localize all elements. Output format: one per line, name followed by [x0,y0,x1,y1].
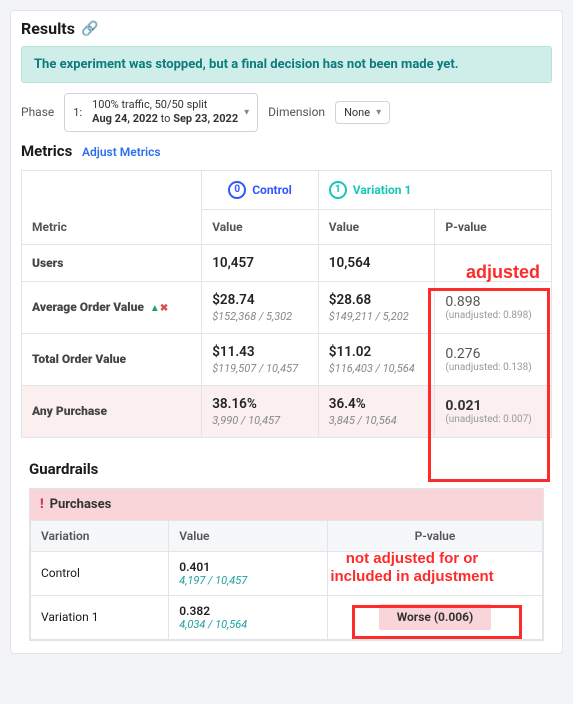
results-card: Results 🔗 The experiment was stopped, bu… [10,10,563,654]
dimension-value: None [344,106,370,119]
guard-pvalue-cell [327,551,542,595]
guard-pvalue-cell: Worse (0.006) [327,595,542,639]
col-control-value: Value [202,209,319,244]
table-row: Total Order Value $11.43 $119,507 / 10,457… [22,333,552,385]
guardrails-wrap-outer: ! Purchases Variation Value P-value Cont… [21,488,552,641]
metrics-title-text: Metrics [21,142,72,160]
table-row: Any Purchase 38.16% 3,990 / 10,457 36.4% 3,8… [22,385,552,437]
phase-num: 1: [73,106,82,119]
pvalue: 0.898 [445,294,541,310]
control-value: 10,457 [212,255,308,271]
dimension-label: Dimension [268,105,325,119]
phase-date-end: Sep 23, 2022 [173,112,238,125]
phase-date-start: Aug 24, 2022 [92,112,158,125]
variation-value: 10,564 [329,255,425,271]
guardrail-metric-name: Purchases [50,497,112,512]
control-value: $28.74 [212,292,308,308]
pvalue: 0.276 [445,346,541,362]
chevron-down-icon: ▾ [244,107,249,118]
guardrails-wrap: ! Purchases Variation Value P-value Cont… [29,488,544,641]
guardrails-table: Variation Value P-value Control 0.4014,19… [30,520,543,640]
metric-name: Any Purchase [32,404,107,418]
guard-variation-name: Variation 1 [31,595,169,639]
adjust-metrics-link[interactable]: Adjust Metrics [82,145,161,159]
pvalue: 0.021 [445,398,541,414]
variation-value-detail: $116,403 / 10,564 [329,362,425,375]
variation-value: 36.4% [329,396,425,412]
guardrail-metric-header: ! Purchases [30,489,543,520]
table-row: Variation 1 0.3824,034 / 10,564 Worse (0.0… [31,595,543,639]
phase-label: Phase [21,105,54,119]
phase-main: 100% traffic, 50/50 split Aug 24, 2022 t… [92,98,238,127]
guard-value: 0.401 [179,560,317,574]
guard-value-detail: 4,197 / 10,457 [179,574,317,587]
metric-trend-icons: ▲✖ [150,303,168,314]
phase-date-mid: to [158,112,173,125]
status-banner: The experiment was stopped, but a final … [21,46,552,83]
results-title-text: Results [21,19,75,38]
control-value: $11.43 [212,344,308,360]
phase-dates: Aug 24, 2022 to Sep 23, 2022 [92,112,238,125]
chevron-down-icon: ▾ [376,107,381,118]
metrics-table-wrap: Metric 0 Control 1 Variation 1 [21,170,552,438]
control-value-detail: 3,990 / 10,457 [212,414,308,427]
pvalue-unadjusted: (unadjusted: 0.007) [445,414,541,425]
guard-variation-name: Control [31,551,169,595]
control-badge: 0 [228,181,246,199]
col-pvalue: P-value [435,209,552,244]
variation-value: $28.68 [329,292,425,308]
variation-group-label: Variation 1 [353,183,412,197]
metrics-section-title: Metrics Adjust Metrics [21,142,552,160]
table-row: Users 10,457 10,564 [22,244,552,281]
control-value-detail: $119,507 / 10,457 [212,362,308,375]
controls-row: Phase 1: 100% traffic, 50/50 split Aug 2… [21,93,552,132]
col-variation-value: Value [318,209,435,244]
metric-name: Average Order Value [32,300,144,314]
pvalue-unadjusted: (unadjusted: 0.898) [445,310,541,321]
guard-col-variation: Variation [31,520,169,551]
worse-badge: Worse (0.006) [379,604,492,630]
phase-select[interactable]: 1: 100% traffic, 50/50 split Aug 24, 202… [64,93,258,132]
control-group-label: Control [252,183,292,197]
guardrails-title: Guardrails [29,460,552,478]
guard-col-value: Value [169,520,328,551]
col-metric: Metric [22,170,202,244]
variation-value: $11.02 [329,344,425,360]
metric-name: Total Order Value [32,352,126,366]
variation-value-detail: 3,845 / 10,564 [329,414,425,427]
control-value: 38.16% [212,396,308,412]
metric-name: Users [32,256,63,270]
col-group-variation: 1 Variation 1 [318,170,551,209]
dimension-select[interactable]: None ▾ [335,101,390,124]
guard-value-detail: 4,034 / 10,564 [179,618,317,631]
table-row: Control 0.4014,197 / 10,457 [31,551,543,595]
metrics-table: Metric 0 Control 1 Variation 1 [21,170,552,438]
permalink-icon[interactable]: 🔗 [81,21,98,37]
col-group-control: 0 Control [202,170,319,209]
variation-badge: 1 [329,181,347,199]
guard-col-pvalue: P-value [327,520,542,551]
results-title: Results 🔗 [21,19,552,38]
control-value-detail: $152,368 / 5,302 [212,310,308,323]
phase-traffic: 100% traffic, 50/50 split [92,98,207,111]
table-row: Average Order Value ▲✖ $28.74 $152,368 / 5… [22,281,552,333]
variation-value-detail: $149,211 / 5,202 [329,310,425,323]
pvalue-unadjusted: (unadjusted: 0.138) [445,362,541,373]
warning-icon: ! [40,497,44,512]
guard-value: 0.382 [179,604,317,618]
